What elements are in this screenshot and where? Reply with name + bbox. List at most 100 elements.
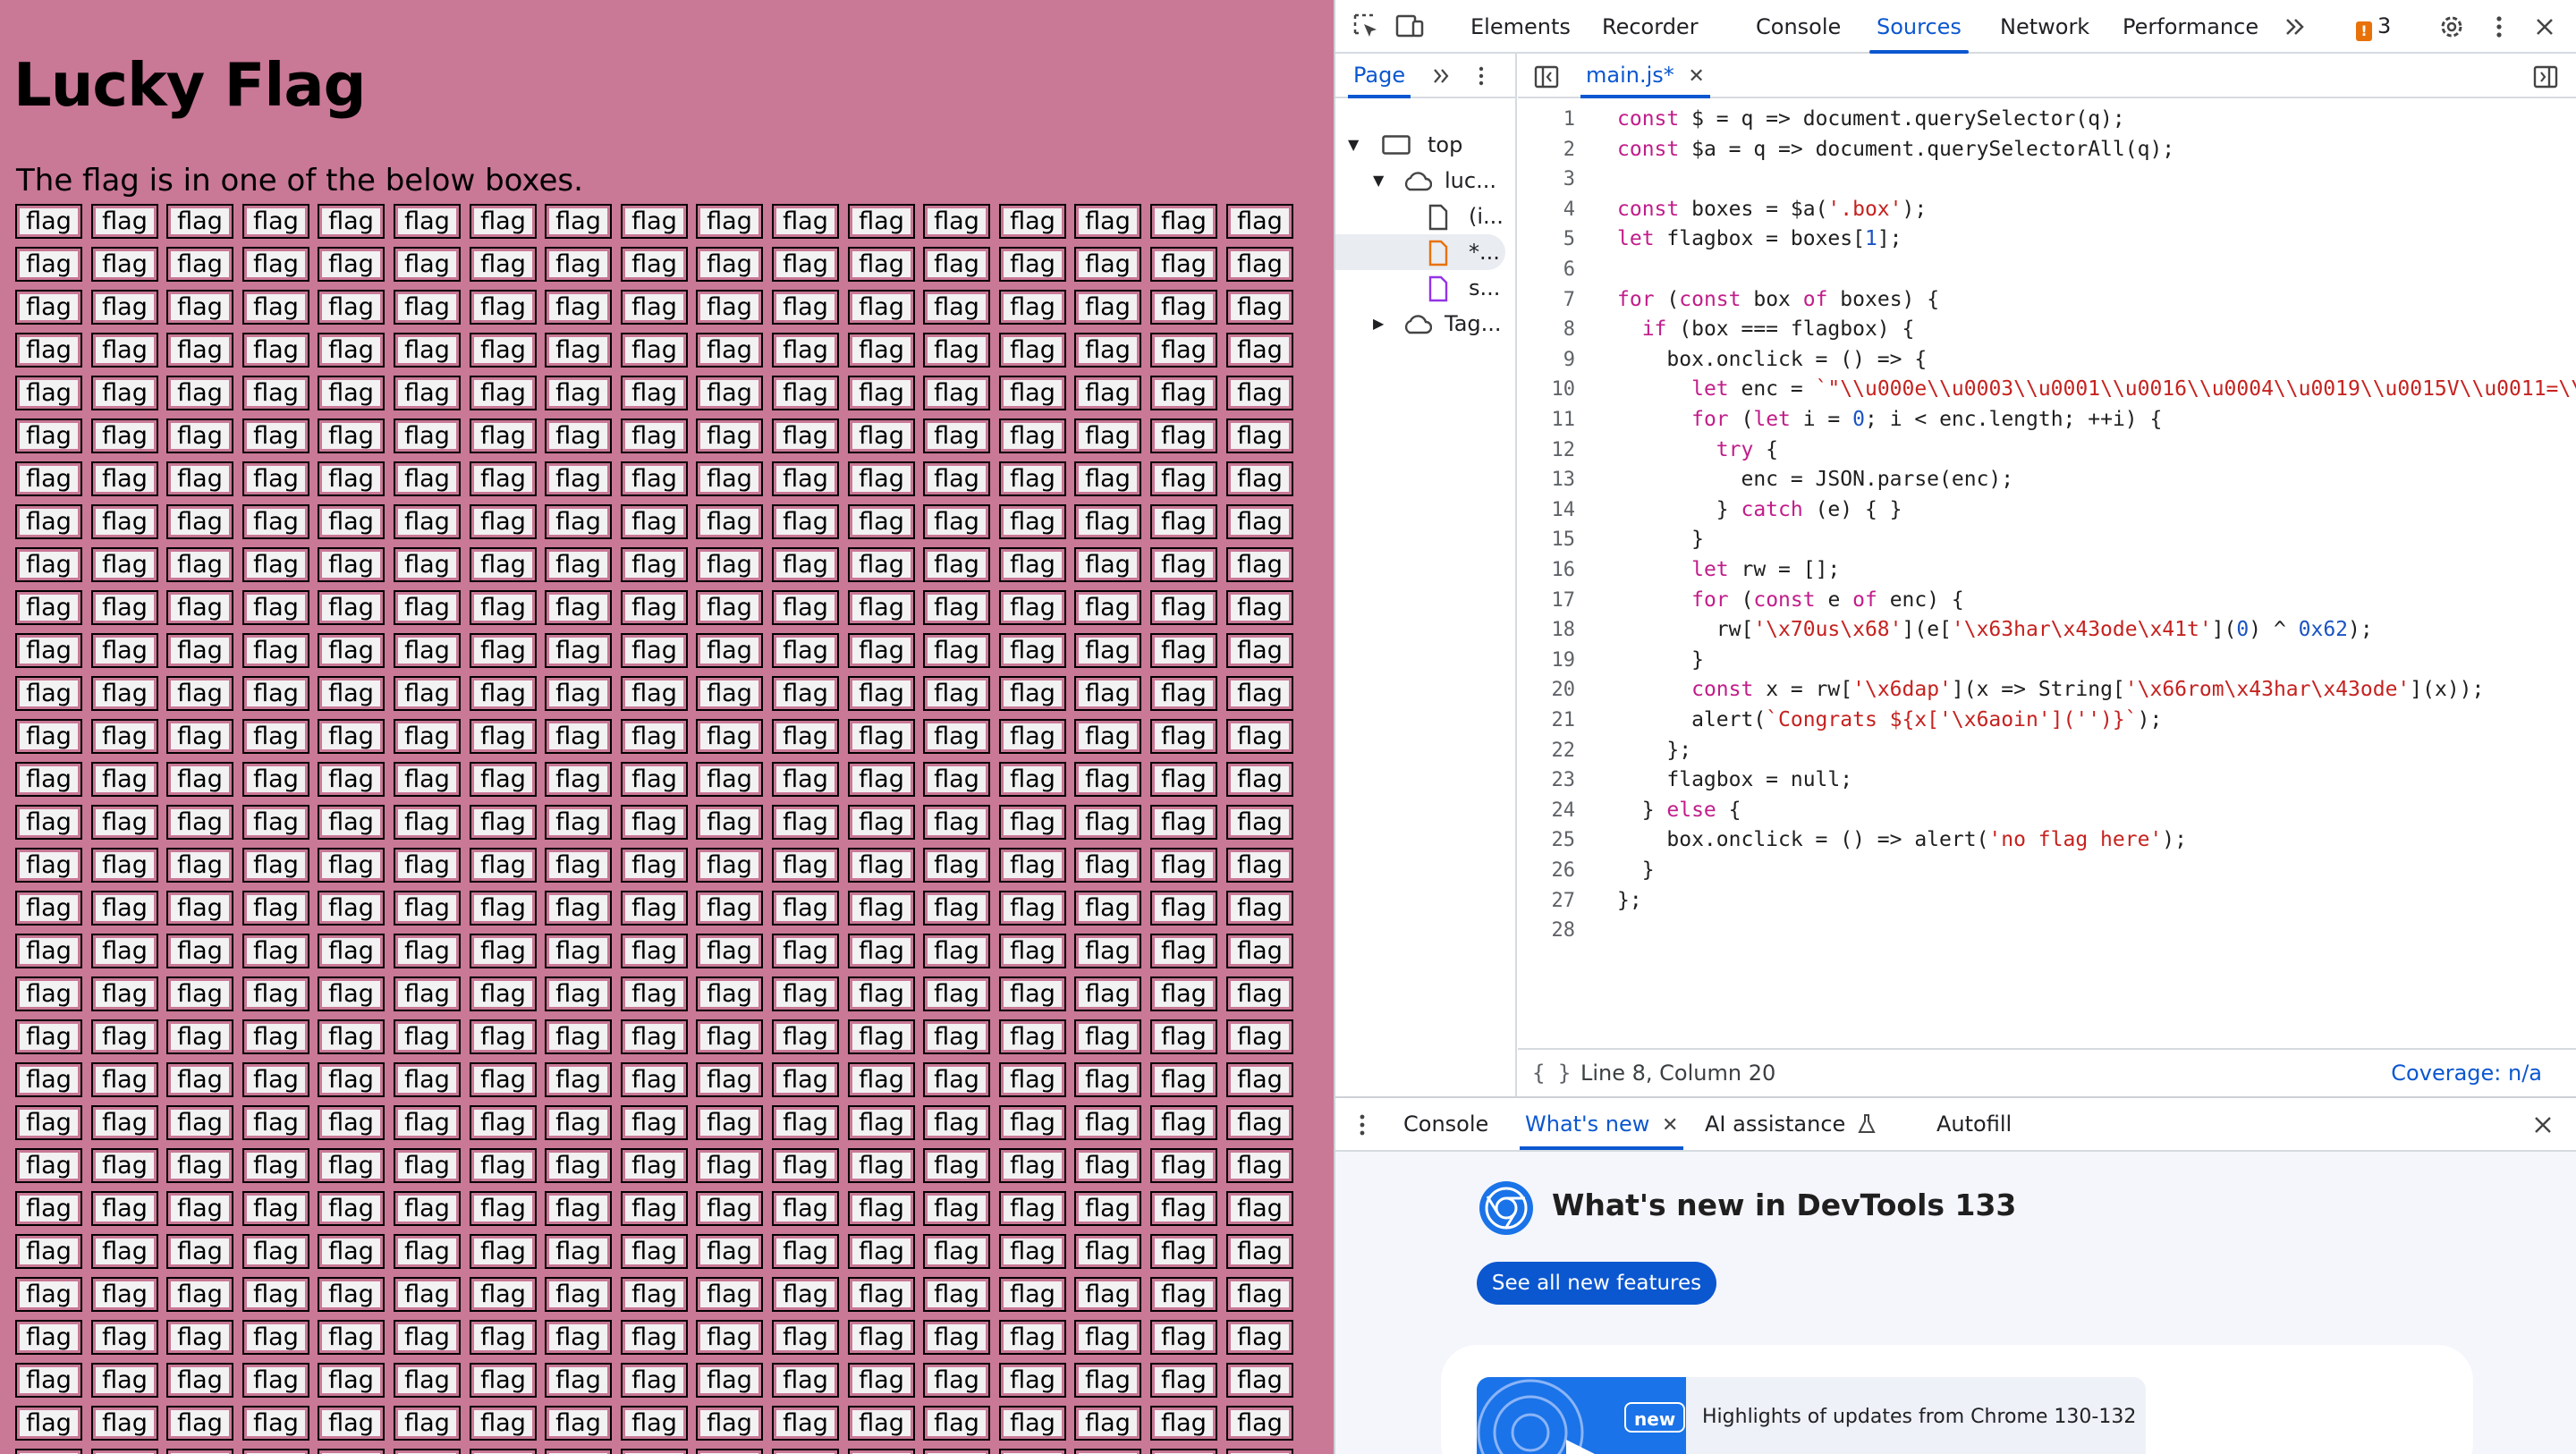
close-drawer-icon[interactable] xyxy=(2530,1112,2555,1137)
flag-box[interactable]: flag xyxy=(1226,1234,1293,1269)
flag-box[interactable]: flag xyxy=(621,1148,688,1183)
code-line[interactable]: 7 for (const box of boxes) { xyxy=(1518,286,2576,314)
flag-box[interactable]: flag xyxy=(772,590,839,625)
code-line[interactable]: 9 box.onclick = () => { xyxy=(1518,346,2576,374)
flag-box[interactable]: flag xyxy=(923,247,990,282)
flag-box[interactable]: flag xyxy=(242,1191,309,1226)
flag-box[interactable]: flag xyxy=(166,891,233,926)
coverage-link[interactable]: Coverage: n/a xyxy=(2391,1050,2542,1096)
tree-item-main-js[interactable]: *... xyxy=(1335,234,1505,270)
flag-box[interactable]: flag xyxy=(772,1277,839,1312)
flag-box[interactable]: flag xyxy=(1150,934,1217,968)
code-line[interactable]: 18 rw['\x70us\x68'](e['\x63har\x43ode\x4… xyxy=(1518,616,2576,644)
flag-box[interactable]: flag xyxy=(1226,247,1293,282)
flag-box[interactable]: flag xyxy=(848,976,915,1011)
code-line[interactable]: 20 const x = rw['\x6dap'](x => String['\… xyxy=(1518,676,2576,704)
flag-box[interactable]: flag xyxy=(621,1320,688,1355)
flag-box[interactable]: flag xyxy=(1226,1062,1293,1097)
flag-box[interactable]: flag xyxy=(1150,333,1217,368)
flag-box[interactable]: flag xyxy=(1150,805,1217,840)
flag-box[interactable]: flag xyxy=(923,1019,990,1054)
flag-box[interactable]: flag xyxy=(1150,676,1217,711)
flag-box[interactable]: flag xyxy=(772,1234,839,1269)
flag-box[interactable]: flag xyxy=(242,1406,309,1441)
tab-performance[interactable]: Performance xyxy=(2123,0,2258,54)
flag-box[interactable]: flag xyxy=(470,676,537,711)
flag-box[interactable]: flag xyxy=(470,848,537,883)
flag-box[interactable]: flag xyxy=(999,504,1066,539)
navigator-menu-icon[interactable] xyxy=(1470,64,1493,88)
flag-box[interactable]: flag xyxy=(772,762,839,797)
flag-box[interactable]: flag xyxy=(621,1019,688,1054)
flag-box[interactable]: flag xyxy=(318,204,385,239)
flag-box[interactable]: flag xyxy=(394,1449,461,1454)
line-number[interactable]: 26 xyxy=(1518,857,1576,884)
flag-box[interactable]: flag xyxy=(242,1449,309,1454)
flag-box[interactable]: flag xyxy=(923,1363,990,1398)
flag-box[interactable]: flag xyxy=(545,676,612,711)
flag-box[interactable]: flag xyxy=(166,848,233,883)
flag-box[interactable]: flag xyxy=(999,204,1066,239)
flag-box[interactable]: flag xyxy=(696,376,763,410)
flag-box[interactable]: flag xyxy=(15,247,82,282)
flag-box[interactable]: flag xyxy=(999,805,1066,840)
flag-box[interactable]: flag xyxy=(91,1234,158,1269)
more-tabs-chevron-icon[interactable] xyxy=(2280,12,2310,42)
line-number[interactable]: 24 xyxy=(1518,797,1576,824)
flag-box[interactable]: flag xyxy=(91,547,158,582)
flag-box[interactable]: flag xyxy=(470,504,537,539)
flag-box[interactable]: flag xyxy=(394,633,461,668)
code-line[interactable]: 13 enc = JSON.parse(enc); xyxy=(1518,466,2576,494)
flag-box[interactable]: flag xyxy=(999,1148,1066,1183)
flag-box[interactable]: flag xyxy=(772,805,839,840)
flag-box[interactable]: flag xyxy=(91,1320,158,1355)
code-line[interactable]: 6 xyxy=(1518,256,2576,283)
flag-box[interactable]: flag xyxy=(621,1105,688,1140)
flag-box[interactable]: flag xyxy=(1150,891,1217,926)
flag-box[interactable]: flag xyxy=(848,891,915,926)
flag-box[interactable]: flag xyxy=(91,333,158,368)
flag-box[interactable]: flag xyxy=(394,676,461,711)
flag-box[interactable]: flag xyxy=(545,633,612,668)
flag-box[interactable]: flag xyxy=(15,1191,82,1226)
flag-box[interactable]: flag xyxy=(318,1277,385,1312)
flag-box[interactable]: flag xyxy=(923,1406,990,1441)
flag-box[interactable]: flag xyxy=(470,333,537,368)
flag-box[interactable]: flag xyxy=(1226,590,1293,625)
flag-box[interactable]: flag xyxy=(999,1277,1066,1312)
flag-box[interactable]: flag xyxy=(166,590,233,625)
flag-box[interactable]: flag xyxy=(166,719,233,754)
flag-box[interactable]: flag xyxy=(621,376,688,410)
flag-box[interactable]: flag xyxy=(848,547,915,582)
flag-box[interactable]: flag xyxy=(696,1234,763,1269)
flag-box[interactable]: flag xyxy=(242,934,309,968)
flag-box[interactable]: flag xyxy=(166,1363,233,1398)
flag-box[interactable]: flag xyxy=(15,848,82,883)
flag-box[interactable]: flag xyxy=(696,247,763,282)
flag-box[interactable]: flag xyxy=(318,461,385,496)
flag-box[interactable]: flag xyxy=(923,504,990,539)
line-number[interactable]: 20 xyxy=(1518,676,1576,704)
flag-box[interactable]: flag xyxy=(772,1406,839,1441)
flag-box[interactable]: flag xyxy=(621,590,688,625)
flag-box[interactable]: flag xyxy=(470,376,537,410)
flag-box[interactable]: flag xyxy=(15,204,82,239)
flag-box[interactable]: flag xyxy=(999,934,1066,968)
flag-box[interactable]: flag xyxy=(999,976,1066,1011)
flag-box[interactable]: flag xyxy=(166,1019,233,1054)
flag-box[interactable]: flag xyxy=(1226,1449,1293,1454)
flag-box[interactable]: flag xyxy=(318,848,385,883)
flag-box[interactable]: flag xyxy=(1150,1406,1217,1441)
flag-box[interactable]: flag xyxy=(15,1406,82,1441)
flag-box[interactable]: flag xyxy=(1150,1148,1217,1183)
flag-box[interactable]: flag xyxy=(394,590,461,625)
flag-box[interactable]: flag xyxy=(91,1191,158,1226)
flag-box[interactable]: flag xyxy=(91,891,158,926)
flag-box[interactable]: flag xyxy=(696,633,763,668)
flag-box[interactable]: flag xyxy=(394,1277,461,1312)
flag-box[interactable]: flag xyxy=(1074,247,1141,282)
flag-box[interactable]: flag xyxy=(318,891,385,926)
flag-box[interactable]: flag xyxy=(242,418,309,453)
flag-box[interactable]: flag xyxy=(394,1363,461,1398)
flag-box[interactable]: flag xyxy=(923,376,990,410)
